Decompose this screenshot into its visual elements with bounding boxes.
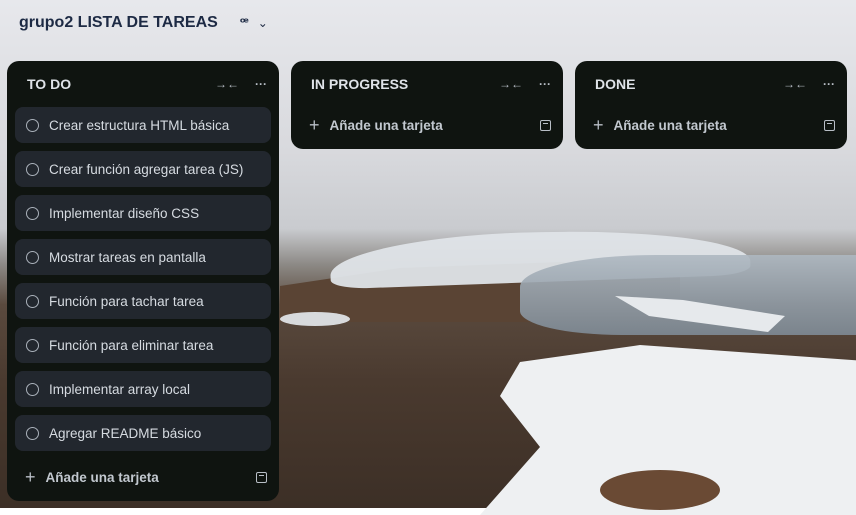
template-icon[interactable] bbox=[540, 120, 551, 131]
collapse-icon[interactable]: →← bbox=[499, 77, 523, 91]
list-item[interactable]: Implementar diseño CSS bbox=[15, 195, 271, 231]
plus-icon: + bbox=[25, 468, 36, 486]
list-done: DONE →← ··· + Añade una tarjeta bbox=[575, 61, 847, 149]
add-card-label: Añade una tarjeta bbox=[614, 118, 824, 133]
board-title[interactable]: grupo2 LISTA DE TAREAS bbox=[19, 14, 218, 32]
complete-checkbox[interactable] bbox=[26, 251, 39, 264]
more-options-icon[interactable]: ··· bbox=[823, 77, 835, 91]
card-title: Función para eliminar tarea bbox=[49, 338, 213, 353]
list-item[interactable]: Agregar README básico bbox=[15, 415, 271, 451]
add-card-label: Añade una tarjeta bbox=[46, 470, 256, 485]
card-title: Función para tachar tarea bbox=[49, 294, 204, 309]
template-icon[interactable] bbox=[256, 472, 267, 483]
list-title[interactable]: DONE bbox=[595, 76, 767, 92]
list-title[interactable]: TO DO bbox=[27, 76, 199, 92]
complete-checkbox[interactable] bbox=[26, 295, 39, 308]
list-header: IN PROGRESS →← ··· bbox=[291, 61, 563, 107]
collapse-icon[interactable]: →← bbox=[783, 77, 807, 91]
card-title: Implementar diseño CSS bbox=[49, 206, 199, 221]
background-glacier bbox=[520, 255, 856, 335]
board-header: grupo2 LISTA DE TAREAS ꟹ ⌄ bbox=[0, 0, 856, 46]
plus-icon: + bbox=[593, 116, 604, 134]
background-snow bbox=[280, 312, 350, 326]
card-title: Agregar README básico bbox=[49, 426, 201, 441]
list-in-progress: IN PROGRESS →← ··· + Añade una tarjeta bbox=[291, 61, 563, 149]
complete-checkbox[interactable] bbox=[26, 119, 39, 132]
list-title[interactable]: IN PROGRESS bbox=[311, 76, 483, 92]
list-item[interactable]: Crear estructura HTML básica bbox=[15, 107, 271, 143]
complete-checkbox[interactable] bbox=[26, 427, 39, 440]
list-item[interactable]: Función para tachar tarea bbox=[15, 283, 271, 319]
add-card-button[interactable]: + Añade una tarjeta bbox=[291, 107, 563, 143]
more-options-icon[interactable]: ··· bbox=[539, 77, 551, 91]
add-card-button[interactable]: + Añade una tarjeta bbox=[7, 459, 279, 495]
background-rock bbox=[600, 470, 720, 510]
more-options-icon[interactable]: ··· bbox=[255, 77, 267, 91]
list-item[interactable]: Implementar array local bbox=[15, 371, 271, 407]
add-card-label: Añade una tarjeta bbox=[330, 118, 540, 133]
complete-checkbox[interactable] bbox=[26, 339, 39, 352]
chevron-down-icon[interactable]: ⌄ bbox=[258, 16, 268, 30]
list-todo: TO DO →← ··· Crear estructura HTML básic… bbox=[7, 61, 279, 501]
list-item[interactable]: Función para eliminar tarea bbox=[15, 327, 271, 363]
board-view-icon[interactable]: ꟹ bbox=[240, 15, 248, 31]
card-title: Crear función agregar tarea (JS) bbox=[49, 162, 243, 177]
card-title: Implementar array local bbox=[49, 382, 190, 397]
list-item[interactable]: Crear función agregar tarea (JS) bbox=[15, 151, 271, 187]
list-header: DONE →← ··· bbox=[575, 61, 847, 107]
plus-icon: + bbox=[309, 116, 320, 134]
template-icon[interactable] bbox=[824, 120, 835, 131]
complete-checkbox[interactable] bbox=[26, 207, 39, 220]
collapse-icon[interactable]: →← bbox=[215, 77, 239, 91]
card-title: Mostrar tareas en pantalla bbox=[49, 250, 206, 265]
list-item[interactable]: Mostrar tareas en pantalla bbox=[15, 239, 271, 275]
list-header: TO DO →← ··· bbox=[7, 61, 279, 107]
card-title: Crear estructura HTML básica bbox=[49, 118, 229, 133]
add-card-button[interactable]: + Añade una tarjeta bbox=[575, 107, 847, 143]
complete-checkbox[interactable] bbox=[26, 383, 39, 396]
complete-checkbox[interactable] bbox=[26, 163, 39, 176]
